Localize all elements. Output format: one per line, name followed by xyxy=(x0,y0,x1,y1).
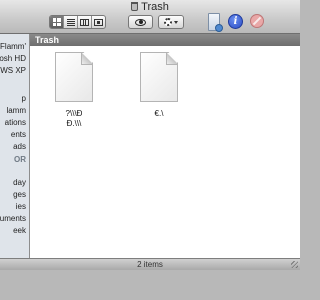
list-view-button[interactable] xyxy=(64,16,78,28)
window-title: Trash xyxy=(0,1,300,13)
file-name: ?\\\Ð Ð.\\\ xyxy=(65,109,83,128)
trash-icon xyxy=(131,2,139,11)
list-view-icon xyxy=(66,18,75,26)
sidebar-item-search[interactable]: ges xyxy=(13,190,26,199)
window-title-text: Trash xyxy=(141,1,169,13)
no-entry-icon[interactable] xyxy=(250,14,264,28)
sidebar: Flamm' osh HD WS XP p lamm ations ents a… xyxy=(0,34,30,258)
document-icon xyxy=(140,52,178,102)
sidebar-item-search[interactable]: day xyxy=(13,178,26,187)
title-bar: Trash i xyxy=(0,0,300,34)
eye-icon xyxy=(135,18,146,26)
status-bar: 2 items xyxy=(0,258,300,270)
column-view-icon xyxy=(80,18,89,26)
document-icon xyxy=(55,52,93,102)
view-mode-segmented-control xyxy=(49,15,106,29)
sidebar-item-place[interactable]: lamm xyxy=(6,106,26,115)
sidebar-item-search[interactable]: ies xyxy=(16,202,26,211)
item-count: 2 items xyxy=(137,260,163,269)
sidebar-item-place[interactable]: ads xyxy=(13,142,26,151)
file-browser-content: Trash ?\\\Ð Ð.\\\ €.\ xyxy=(30,34,300,258)
desktop-background xyxy=(0,270,300,300)
path-icon[interactable] xyxy=(208,13,223,32)
cover-flow-icon xyxy=(94,18,103,26)
chevron-down-icon xyxy=(174,20,178,24)
sidebar-item-place[interactable]: ations xyxy=(5,118,26,127)
file-item[interactable]: ?\\\Ð Ð.\\\ xyxy=(49,52,99,128)
action-menu-button[interactable] xyxy=(158,15,184,29)
sidebar-item-device[interactable]: Flamm' xyxy=(0,42,26,51)
sidebar-item-device[interactable]: WS XP xyxy=(0,66,26,75)
sidebar-section-header: OR xyxy=(14,155,26,164)
gear-icon xyxy=(164,18,172,26)
sidebar-item-search[interactable]: uments xyxy=(0,214,26,223)
quick-look-button[interactable] xyxy=(128,15,153,29)
sidebar-item-device[interactable]: osh HD xyxy=(0,54,26,63)
sidebar-item-place[interactable]: p xyxy=(22,94,26,103)
info-icon[interactable]: i xyxy=(228,14,243,29)
file-item[interactable]: €.\ xyxy=(134,52,184,127)
sidebar-item-search[interactable]: eek xyxy=(13,226,26,235)
path-bar: Trash xyxy=(30,34,300,46)
file-name: €.\ xyxy=(154,109,164,118)
icon-view-button[interactable] xyxy=(50,16,64,28)
column-view-button[interactable] xyxy=(78,16,92,28)
resize-grip[interactable] xyxy=(291,261,298,268)
icon-view-icon xyxy=(52,18,61,26)
cover-flow-view-button[interactable] xyxy=(92,16,105,28)
sidebar-item-place[interactable]: ents xyxy=(11,130,26,139)
